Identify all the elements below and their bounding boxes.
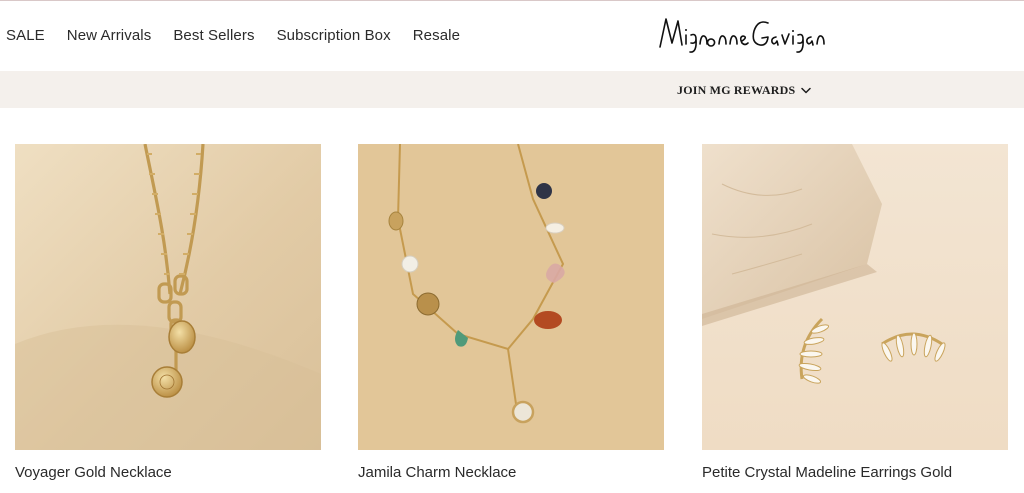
nav-link-best-sellers[interactable]: Best Sellers <box>173 27 254 44</box>
nav-link-resale[interactable]: Resale <box>413 27 460 44</box>
main-nav: SALE New Arrivals Best Sellers Subscript… <box>0 1 1024 71</box>
chevron-down-icon <box>801 87 812 94</box>
nav-link-subscription-box[interactable]: Subscription Box <box>277 27 391 44</box>
nav-link-new-arrivals[interactable]: New Arrivals <box>67 27 152 44</box>
product-card[interactable]: Petite Crystal Madeline Earrings Gold <box>702 144 1008 481</box>
product-card[interactable]: Jamila Charm Necklace <box>358 144 664 481</box>
product-title[interactable]: Jamila Charm Necklace <box>358 464 516 481</box>
nav-links: SALE New Arrivals Best Sellers Subscript… <box>6 27 460 44</box>
product-title[interactable]: Petite Crystal Madeline Earrings Gold <box>702 464 952 481</box>
product-card[interactable]: Voyager Gold Necklace <box>15 144 321 481</box>
product-title[interactable]: Voyager Gold Necklace <box>15 464 172 481</box>
rewards-bar: JOIN MG REWARDS <box>0 71 1024 108</box>
nav-link-sale[interactable]: SALE <box>6 27 45 44</box>
join-rewards-dropdown[interactable]: JOIN MG REWARDS <box>677 83 812 98</box>
brand-logo[interactable] <box>656 13 828 63</box>
product-image[interactable] <box>702 144 1008 450</box>
join-rewards-label: JOIN MG REWARDS <box>677 83 796 97</box>
product-image[interactable] <box>15 144 321 450</box>
product-image[interactable] <box>358 144 664 450</box>
